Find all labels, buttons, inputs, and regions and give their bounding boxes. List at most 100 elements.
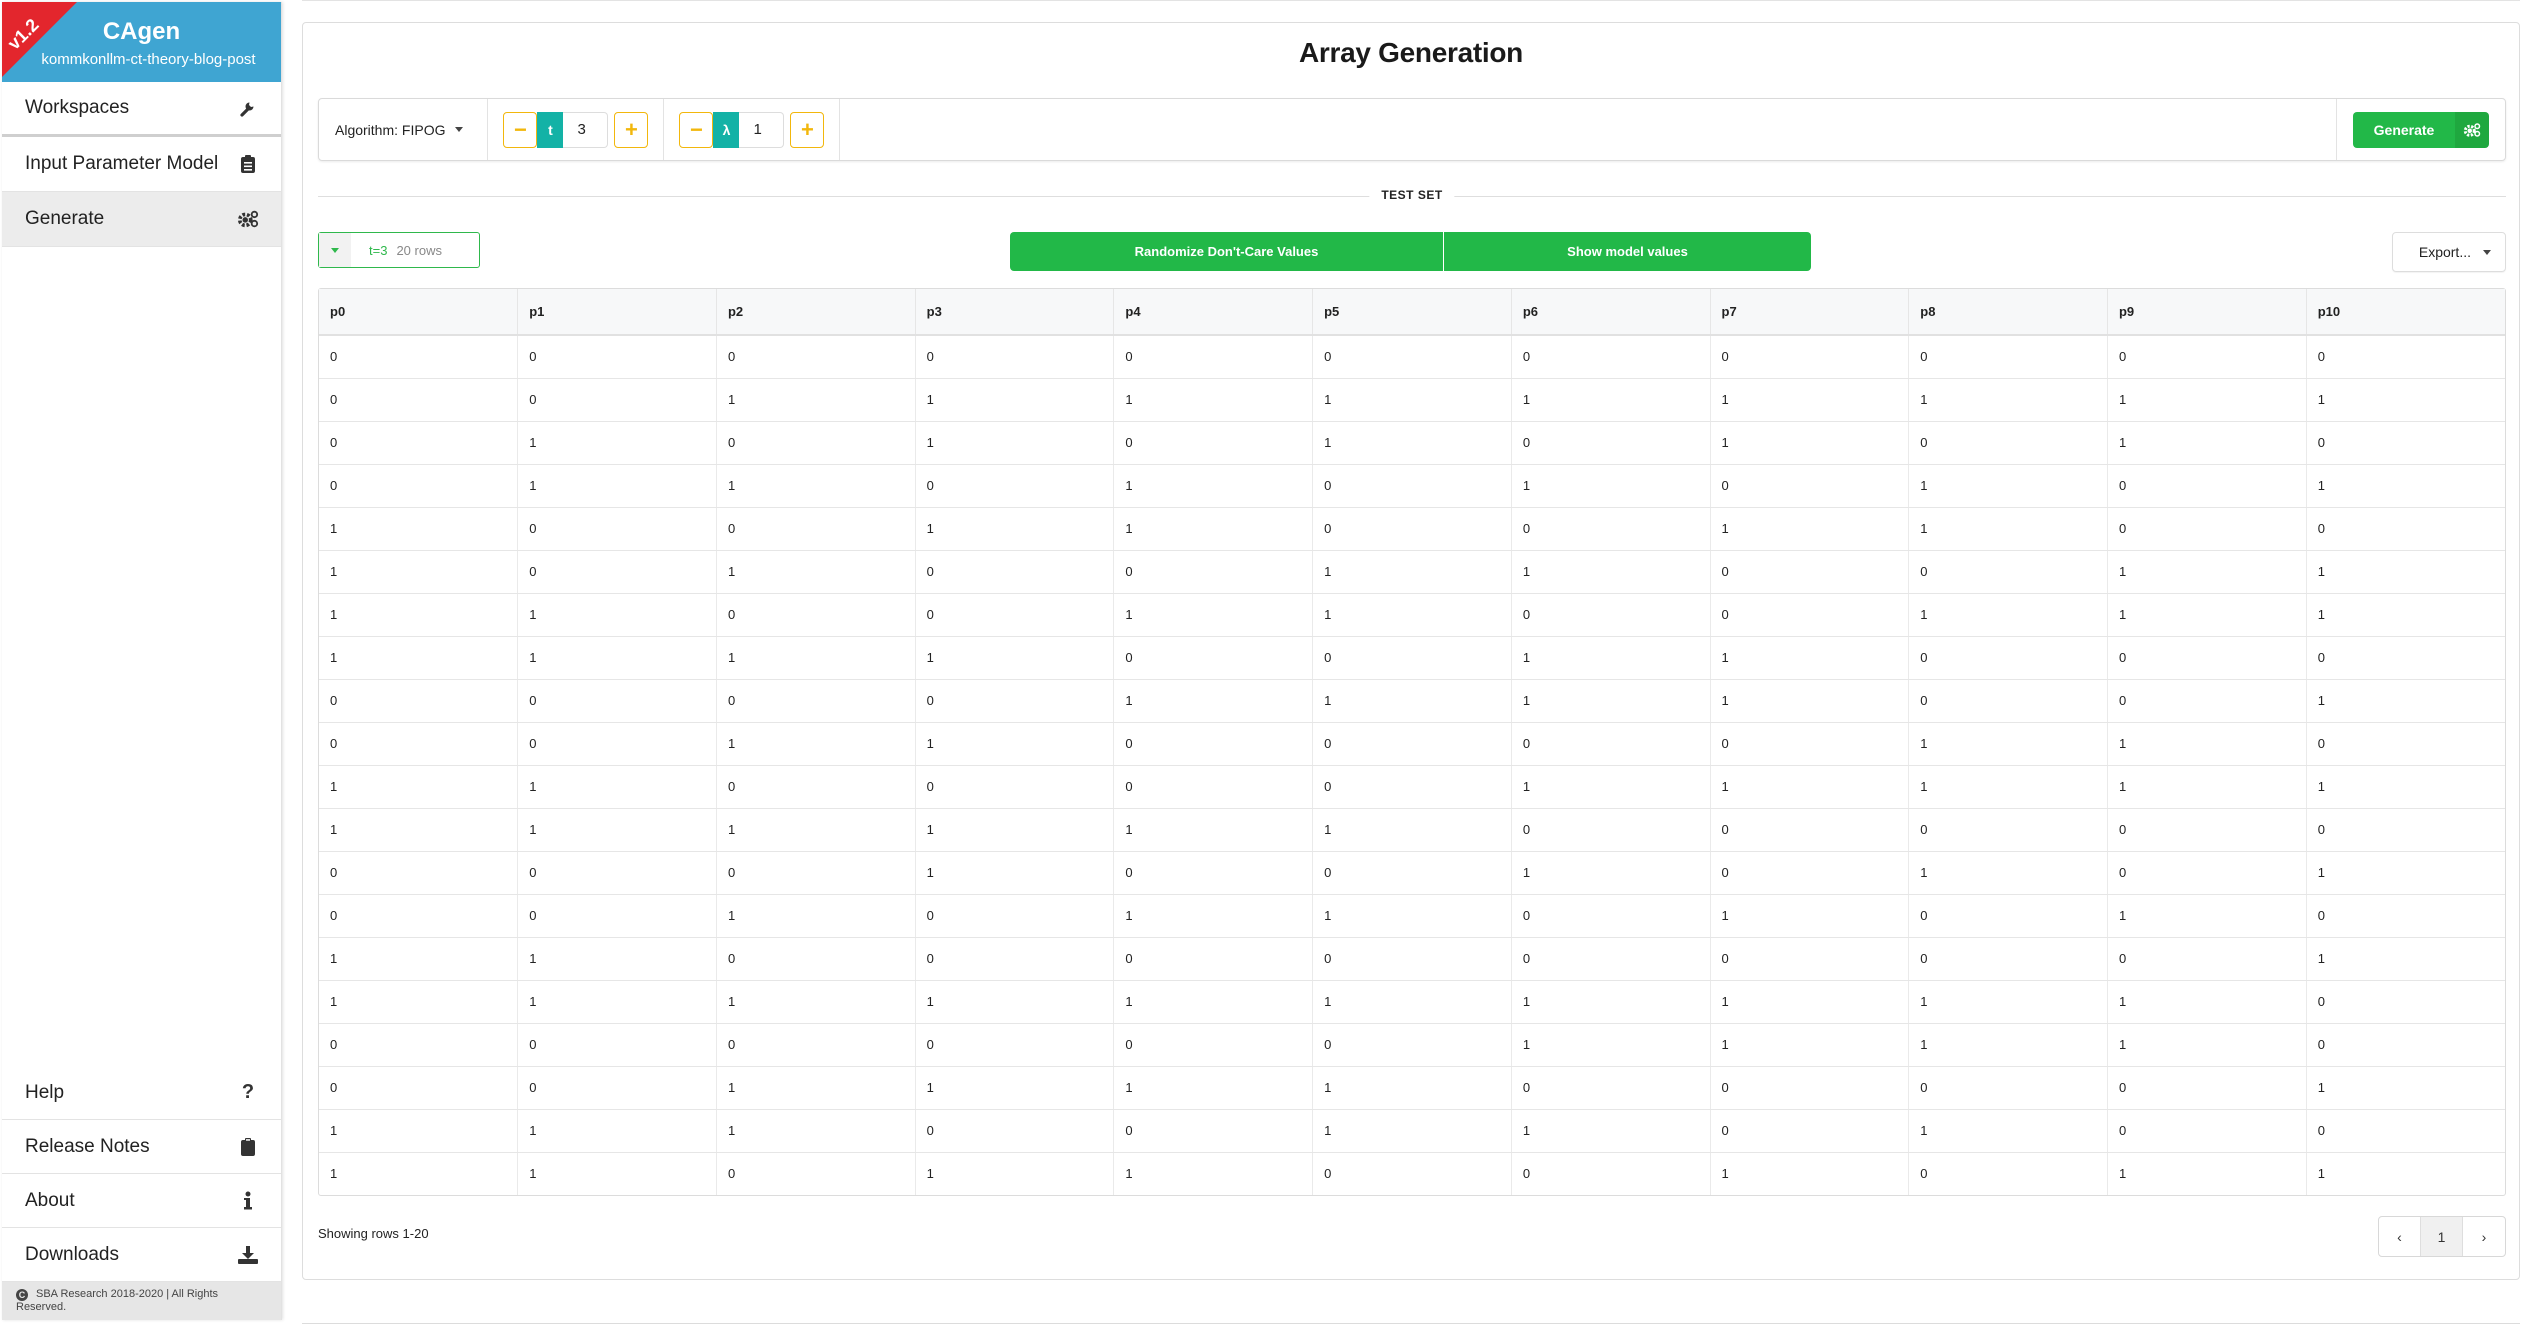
table-cell: 1 bbox=[1312, 550, 1512, 594]
table-cell: 1 bbox=[1511, 550, 1711, 594]
column-header-p10[interactable]: p10 bbox=[2306, 289, 2505, 336]
table-cell: 1 bbox=[1312, 808, 1512, 852]
table-cell: 1 bbox=[2306, 464, 2505, 508]
table-cell: 1 bbox=[1312, 593, 1512, 637]
table-cell: 0 bbox=[1113, 851, 1314, 895]
table-cell: 0 bbox=[1511, 808, 1711, 852]
pagination-next-button[interactable]: › bbox=[2463, 1217, 2505, 1256]
table-cell: 0 bbox=[1312, 722, 1512, 766]
table-cell: 1 bbox=[716, 378, 916, 422]
table-cell: 1 bbox=[2107, 378, 2307, 422]
lambda-increment-button[interactable]: + bbox=[790, 111, 825, 148]
workspace-name: kommkonllm-ct-theory-blog-post bbox=[41, 51, 256, 68]
algorithm-label: Algorithm: FIPOG bbox=[335, 121, 446, 138]
table-cell: 1 bbox=[2306, 1066, 2505, 1110]
table-cell: 0 bbox=[2306, 980, 2505, 1024]
table-cell: 1 bbox=[915, 421, 1115, 465]
table-cell: 1 bbox=[716, 1109, 916, 1153]
table-cell: 0 bbox=[2306, 1023, 2505, 1067]
test-set-actions: Randomize Don't-Care Values Show model v… bbox=[1010, 232, 1811, 271]
table-cell: 0 bbox=[1710, 593, 1910, 637]
column-header-p2[interactable]: p2 bbox=[716, 289, 916, 336]
sidebar-item-downloads[interactable]: Downloads bbox=[2, 1228, 281, 1282]
table-cell: 0 bbox=[319, 722, 519, 766]
table-cell: 0 bbox=[1710, 1109, 1910, 1153]
column-header-p4[interactable]: p4 bbox=[1113, 289, 1314, 336]
column-header-p3[interactable]: p3 bbox=[915, 289, 1115, 336]
lambda-decrement-button[interactable]: − bbox=[679, 111, 714, 148]
table-cell: 1 bbox=[716, 722, 916, 766]
sidebar-item-label: Release Notes bbox=[25, 1135, 150, 1157]
column-header-p1[interactable]: p1 bbox=[517, 289, 717, 336]
column-header-p8[interactable]: p8 bbox=[1908, 289, 2108, 336]
table-cell: 1 bbox=[517, 808, 717, 852]
pagination-page-1[interactable]: 1 bbox=[2421, 1217, 2463, 1256]
table-cell: 0 bbox=[517, 507, 717, 551]
sidebar-item-label: Help bbox=[25, 1081, 65, 1103]
sidebar-item-generate[interactable]: Generate bbox=[2, 192, 281, 247]
generate-button[interactable]: Generate bbox=[2353, 111, 2489, 148]
table-cell: 1 bbox=[915, 851, 1115, 895]
wrench-icon bbox=[237, 97, 259, 119]
table-cell: 0 bbox=[1710, 335, 1910, 379]
show-model-values-button[interactable]: Show model values bbox=[1444, 232, 1811, 271]
sidebar-item-input-parameter-model[interactable]: Input Parameter Model bbox=[2, 137, 281, 192]
strength-input[interactable]: 3 bbox=[563, 111, 609, 148]
table-cell: 1 bbox=[2107, 722, 2307, 766]
column-header-p0[interactable]: p0 bbox=[319, 289, 519, 336]
table-cell: 0 bbox=[1511, 335, 1711, 379]
table-cell: 0 bbox=[2107, 1066, 2307, 1110]
table-cell: 0 bbox=[1908, 937, 2108, 981]
table-cell: 0 bbox=[2306, 335, 2505, 379]
sidebar-item-about[interactable]: About bbox=[2, 1174, 281, 1228]
table-cell: 0 bbox=[1710, 464, 1910, 508]
export-dropdown[interactable]: Export... bbox=[2392, 232, 2506, 272]
table-cell: 1 bbox=[1312, 679, 1512, 723]
column-header-p9[interactable]: p9 bbox=[2107, 289, 2307, 336]
table-cell: 1 bbox=[1312, 421, 1512, 465]
table-cell: 0 bbox=[1113, 1109, 1314, 1153]
table-cell: 1 bbox=[517, 636, 717, 680]
table-cell: 0 bbox=[1908, 636, 2108, 680]
table-cell: 1 bbox=[319, 765, 519, 809]
table-cell: 1 bbox=[716, 550, 916, 594]
table-cell: 1 bbox=[1908, 464, 2108, 508]
pagination-prev-button[interactable]: ‹ bbox=[2379, 1217, 2421, 1256]
sidebar-item-release-notes[interactable]: Release Notes bbox=[2, 1120, 281, 1174]
table-cell: 0 bbox=[915, 1023, 1115, 1067]
table-cell: 0 bbox=[1908, 1066, 2108, 1110]
lambda-input[interactable]: 1 bbox=[739, 111, 785, 148]
table-cell: 1 bbox=[1908, 1109, 2108, 1153]
table-cell: 1 bbox=[1511, 980, 1711, 1024]
table-cell: 1 bbox=[1908, 722, 2108, 766]
table-header-row: p0 p1 p2 p3 p4 p5 p6 p7 p8 p9 p10 bbox=[319, 289, 2505, 336]
caret-down-icon bbox=[2483, 249, 2491, 255]
sidebar-item-label: Downloads bbox=[25, 1243, 119, 1265]
strength-stepper: − t 3 + bbox=[488, 99, 665, 160]
sidebar-footer: C SBA Research 2018-2020 | All Rights Res… bbox=[2, 1282, 281, 1320]
column-header-p7[interactable]: p7 bbox=[1710, 289, 1910, 336]
brand-header[interactable]: v1.2 CAgen kommkonllm-ct-theory-blog-pos… bbox=[2, 2, 281, 82]
table-cell: 1 bbox=[716, 808, 916, 852]
column-header-p6[interactable]: p6 bbox=[1511, 289, 1711, 336]
table-cell: 0 bbox=[2306, 894, 2505, 938]
clipboard-list-icon bbox=[237, 153, 259, 175]
algorithm-dropdown[interactable]: Algorithm: FIPOG bbox=[319, 99, 489, 160]
table-cell: 1 bbox=[2306, 851, 2505, 895]
cogs-icon bbox=[2455, 111, 2489, 148]
strength-decrement-button[interactable]: − bbox=[503, 111, 538, 148]
sidebar-item-help[interactable]: Help ? bbox=[2, 1066, 281, 1120]
strength-increment-button[interactable]: + bbox=[614, 111, 649, 148]
column-header-p5[interactable]: p5 bbox=[1312, 289, 1512, 336]
sidebar-item-workspaces[interactable]: Workspaces bbox=[2, 82, 281, 137]
table-cell: 0 bbox=[1511, 1152, 1711, 1195]
table-cell: 1 bbox=[319, 550, 519, 594]
randomize-dont-care-button[interactable]: Randomize Don't-Care Values bbox=[1010, 232, 1444, 271]
table-row: 10011001100 bbox=[319, 507, 2505, 551]
table-cell: 1 bbox=[2107, 593, 2307, 637]
table-cell: 1 bbox=[1312, 1066, 1512, 1110]
table-cell: 1 bbox=[1113, 1152, 1314, 1195]
test-set-filter-dropdown[interactable]: t=3 20 rows bbox=[318, 232, 480, 268]
clipboard-icon bbox=[237, 1136, 259, 1158]
table-cell: 0 bbox=[2107, 507, 2307, 551]
